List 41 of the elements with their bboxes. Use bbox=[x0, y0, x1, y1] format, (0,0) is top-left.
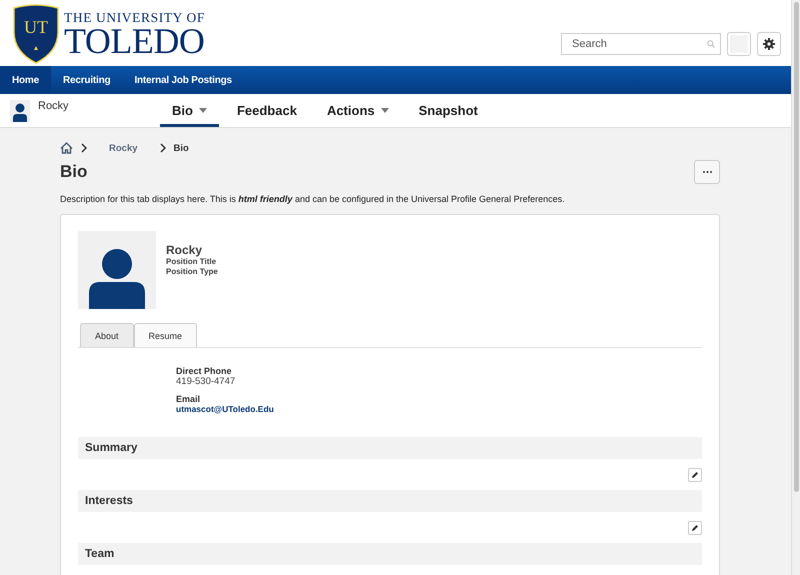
profile-tab[interactable]: Snapshot bbox=[406, 94, 490, 127]
nav-link[interactable]: Recruiting bbox=[50, 66, 122, 94]
profile-name: Rocky bbox=[166, 243, 204, 257]
nav-link[interactable]: Internal Job Postings bbox=[122, 66, 244, 94]
card-tab[interactable]: About bbox=[80, 323, 134, 347]
section-header: Interests bbox=[78, 490, 702, 512]
profile-tab[interactable]: Bio bbox=[160, 94, 219, 127]
position-type: Position Type bbox=[166, 267, 218, 277]
edit-button[interactable] bbox=[688, 520, 702, 534]
shield-icon bbox=[12, 4, 60, 64]
logo-monogram: UT bbox=[23, 17, 49, 38]
settings-button[interactable] bbox=[757, 32, 781, 56]
chevron-icon bbox=[160, 143, 166, 153]
tab-description: Description for this tab displays here. This is html friendly and can be configured in the Universal Profile General Preferences. bbox=[60, 194, 566, 204]
search-icon bbox=[707, 40, 715, 48]
section-header: Summary bbox=[78, 437, 702, 459]
profile-tab[interactable]: Actions bbox=[314, 94, 401, 127]
logo-text: THE UNIVERSITY OF bbox=[64, 10, 205, 24]
field-label: Direct Phone bbox=[176, 366, 233, 376]
breadcrumb-current: Bio bbox=[174, 142, 189, 154]
pencil-icon bbox=[691, 524, 699, 532]
settings-icon bbox=[763, 38, 775, 50]
pencil-icon bbox=[691, 470, 699, 478]
nav-link[interactable]: Home bbox=[0, 66, 51, 94]
field-label: Email bbox=[176, 394, 202, 404]
search-field[interactable]: Search bbox=[561, 33, 721, 55]
person-icon bbox=[89, 248, 145, 309]
field-value: 419-530-4747 bbox=[176, 376, 236, 387]
chevron-icon bbox=[81, 143, 87, 153]
home-icon[interactable] bbox=[60, 142, 73, 154]
page-title: Bio bbox=[60, 162, 88, 182]
breadcrumb-link[interactable]: Rocky bbox=[109, 142, 138, 154]
person-icon bbox=[10, 100, 30, 122]
section-header: Team bbox=[78, 543, 702, 565]
position-title: Position Title bbox=[166, 257, 218, 267]
edit-button[interactable] bbox=[688, 468, 702, 482]
profile-name: Rocky bbox=[38, 100, 69, 112]
logo-text: TOLEDO bbox=[64, 24, 205, 56]
profile-tab[interactable]: Feedback bbox=[224, 94, 309, 127]
email-link[interactable]: utmascot@UToledo.Edu bbox=[176, 404, 702, 414]
card-tab[interactable]: Resume bbox=[134, 323, 198, 347]
